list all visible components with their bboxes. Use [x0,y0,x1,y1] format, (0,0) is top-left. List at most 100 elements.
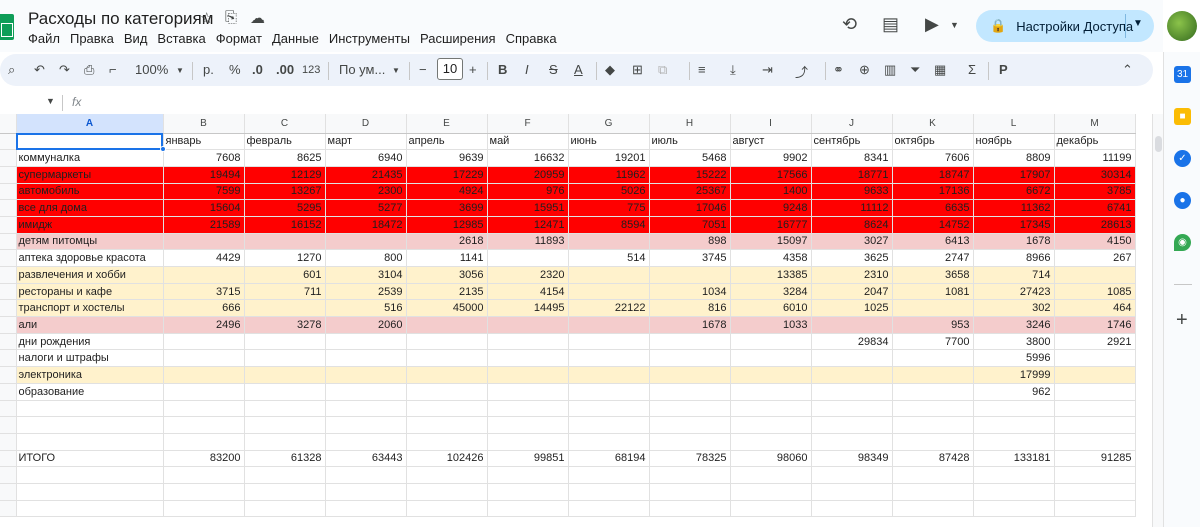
vertical-align-icon[interactable]: ⤓ [730,62,736,78]
value-cell[interactable]: 2320 [487,266,569,284]
row-header[interactable] [0,183,17,201]
value-cell[interactable] [1054,366,1136,384]
value-cell[interactable]: 13385 [730,266,812,284]
value-cell[interactable] [325,233,407,251]
chevron-down-icon[interactable]: ▼ [950,20,959,30]
value-cell[interactable]: 1025 [811,299,893,318]
add-addon-button[interactable]: + [1176,309,1188,332]
value-cell[interactable]: 4358 [730,249,812,267]
value-cell[interactable]: 13267 [244,183,326,201]
value-cell[interactable]: 12471 [487,216,569,234]
value-cell[interactable] [568,333,650,351]
category-cell[interactable]: ИТОГО [16,450,164,468]
value-cell[interactable] [487,483,569,501]
value-cell[interactable] [730,333,812,351]
value-cell[interactable] [973,416,1055,434]
category-cell[interactable]: коммуналка [16,149,164,167]
value-cell[interactable] [649,349,731,368]
functions-button[interactable]: Σ [968,62,976,77]
input-tools-icon[interactable]: Р [999,62,1008,77]
text-wrap-icon[interactable]: ⇥ [762,62,773,78]
value-cell[interactable] [406,500,488,518]
value-cell[interactable]: 21435 [325,166,407,184]
value-cell[interactable] [406,316,488,334]
category-cell[interactable] [16,466,164,484]
category-cell[interactable]: детям питомцы [16,233,164,251]
value-cell[interactable] [730,466,812,484]
value-cell[interactable]: 714 [973,266,1055,284]
value-cell[interactable] [892,483,974,501]
value-cell[interactable]: 1141 [406,249,488,267]
filter-icon[interactable]: ⏷ [910,62,920,78]
value-cell[interactable]: 2060 [325,316,407,334]
menu-item[interactable]: Инструменты [329,31,410,46]
value-cell[interactable] [811,366,893,384]
value-cell[interactable] [487,466,569,484]
value-cell[interactable] [973,483,1055,501]
value-cell[interactable]: 78325 [649,450,731,468]
row-header[interactable] [0,366,17,384]
horizontal-align-icon[interactable]: ≡ [698,62,706,77]
value-cell[interactable] [163,383,245,401]
value-cell[interactable] [406,433,488,451]
value-cell[interactable] [487,249,569,267]
category-cell[interactable]: али [16,316,164,334]
value-cell[interactable]: 11362 [973,199,1055,217]
value-cell[interactable]: 15951 [487,199,569,217]
value-cell[interactable]: 2747 [892,249,974,267]
value-cell[interactable] [244,233,326,251]
value-cell[interactable] [244,366,326,384]
row-header[interactable] [0,466,17,484]
category-cell[interactable]: все для дома [16,199,164,217]
value-cell[interactable]: 11199 [1054,149,1136,167]
value-cell[interactable]: 9639 [406,149,488,167]
spreadsheet-grid[interactable]: A B C D E F G H I J K L Mянварь февраль март апрель май и… [0,114,1152,527]
value-cell[interactable] [325,383,407,401]
cloud-status-icon[interactable]: ☁ [250,9,265,27]
value-cell[interactable] [163,266,245,284]
value-cell[interactable]: 16632 [487,149,569,167]
value-cell[interactable] [892,366,974,384]
chevron-down-icon[interactable]: ▼ [176,66,184,75]
value-cell[interactable]: 19201 [568,149,650,167]
search-menus-icon[interactable]: ⌕ [8,62,15,78]
collapse-toolbar-icon[interactable]: ⌃ [1122,62,1133,78]
month-header-cell[interactable] [16,133,164,151]
row-header[interactable] [0,500,17,518]
value-cell[interactable]: 11893 [487,233,569,251]
value-cell[interactable]: 7608 [163,149,245,167]
value-cell[interactable] [163,233,245,251]
value-cell[interactable]: 14495 [487,299,569,318]
column-header[interactable]: E [406,114,488,134]
name-box-chevron-icon[interactable]: ▼ [46,96,55,106]
column-header[interactable]: F [487,114,569,134]
value-cell[interactable]: 3104 [325,266,407,284]
column-header[interactable]: G [568,114,650,134]
value-cell[interactable]: 6741 [1054,199,1136,217]
value-cell[interactable]: 6672 [973,183,1055,201]
value-cell[interactable]: 953 [892,316,974,334]
value-cell[interactable]: 99851 [487,450,569,468]
month-header-cell[interactable]: октябрь [892,133,974,151]
value-cell[interactable] [244,500,326,518]
value-cell[interactable]: 5996 [973,349,1055,368]
video-call-icon[interactable]: ▶ [925,14,939,35]
value-cell[interactable] [568,266,650,284]
text-color-button[interactable]: A [574,62,583,77]
value-cell[interactable]: 17229 [406,166,488,184]
value-cell[interactable]: 17136 [892,183,974,201]
value-cell[interactable] [568,316,650,334]
month-header-cell[interactable]: сентябрь [811,133,893,151]
value-cell[interactable] [1054,483,1136,501]
menu-item[interactable]: Справка [506,31,557,46]
value-cell[interactable]: 83200 [163,450,245,468]
value-cell[interactable]: 18472 [325,216,407,234]
font-select[interactable]: По ум... [339,62,385,77]
value-cell[interactable] [811,466,893,484]
value-cell[interactable] [811,400,893,418]
month-header-cell[interactable]: июнь [568,133,650,151]
value-cell[interactable]: 1033 [730,316,812,334]
menu-item[interactable]: Расширения [420,31,496,46]
history-icon[interactable]: ⟲ [842,14,857,35]
zoom-select[interactable]: 100% [135,62,168,77]
